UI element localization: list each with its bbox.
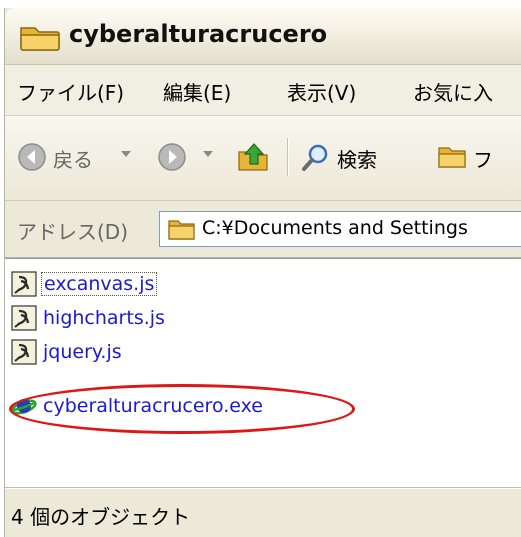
menu-file[interactable]: ファイル(F) bbox=[17, 77, 124, 106]
up-folder-button[interactable] bbox=[237, 140, 273, 174]
chevron-down-icon[interactable] bbox=[203, 151, 213, 157]
menu-bar: ファイル(F) 編集(E) 表示(V) お気に入 bbox=[5, 65, 521, 116]
address-path: C:¥Documents and Settings bbox=[202, 217, 468, 239]
explorer-window: cyberalturacrucero ファイル(F) 編集(E) 表示(V) お… bbox=[4, 8, 521, 537]
back-button[interactable]: 戻る bbox=[17, 140, 137, 174]
chevron-down-icon[interactable] bbox=[121, 151, 131, 157]
file-name: highcharts.js bbox=[43, 307, 165, 329]
file-name: excanvas.js bbox=[41, 272, 158, 296]
search-button[interactable]: 検索 bbox=[301, 140, 421, 174]
search-label: 検索 bbox=[337, 148, 377, 172]
folder-icon bbox=[20, 27, 60, 51]
highlight-ring-annotation bbox=[9, 384, 355, 434]
status-bar: 4 個のオブジェクト bbox=[5, 487, 521, 537]
file-list: excanvas.js highcharts.js jquery.js cybe… bbox=[5, 258, 521, 487]
script-file-icon bbox=[11, 305, 37, 331]
toolbar: 戻る 検索 フ bbox=[5, 116, 521, 201]
script-file-icon bbox=[11, 339, 37, 365]
back-arrow-icon bbox=[18, 143, 46, 171]
search-icon bbox=[302, 144, 328, 171]
menu-edit[interactable]: 編集(E) bbox=[163, 77, 231, 106]
window-title: cyberalturacrucero bbox=[69, 20, 328, 48]
address-input[interactable]: C:¥Documents and Settings bbox=[159, 211, 521, 247]
folder-icon bbox=[168, 220, 195, 240]
status-divider bbox=[5, 488, 521, 489]
menu-favorites[interactable]: お気に入 bbox=[413, 77, 493, 106]
status-object-count: 4 個のオブジェクト bbox=[11, 505, 191, 529]
menu-view[interactable]: 表示(V) bbox=[287, 77, 356, 106]
address-label: アドレス(D) bbox=[17, 220, 129, 244]
address-bar: アドレス(D) C:¥Documents and Settings bbox=[5, 201, 521, 258]
back-label: 戻る bbox=[53, 148, 93, 172]
file-name: jquery.js bbox=[43, 341, 122, 363]
forward-button[interactable] bbox=[157, 140, 237, 174]
title-bar[interactable]: cyberalturacrucero bbox=[5, 8, 521, 65]
folder-icon bbox=[438, 147, 466, 168]
toolbar-separator bbox=[287, 138, 289, 176]
script-file-icon bbox=[11, 271, 37, 297]
forward-arrow-icon bbox=[158, 143, 186, 171]
folders-label: フ bbox=[473, 148, 493, 172]
up-folder-icon bbox=[238, 143, 268, 171]
folders-button[interactable]: フ bbox=[437, 140, 521, 174]
